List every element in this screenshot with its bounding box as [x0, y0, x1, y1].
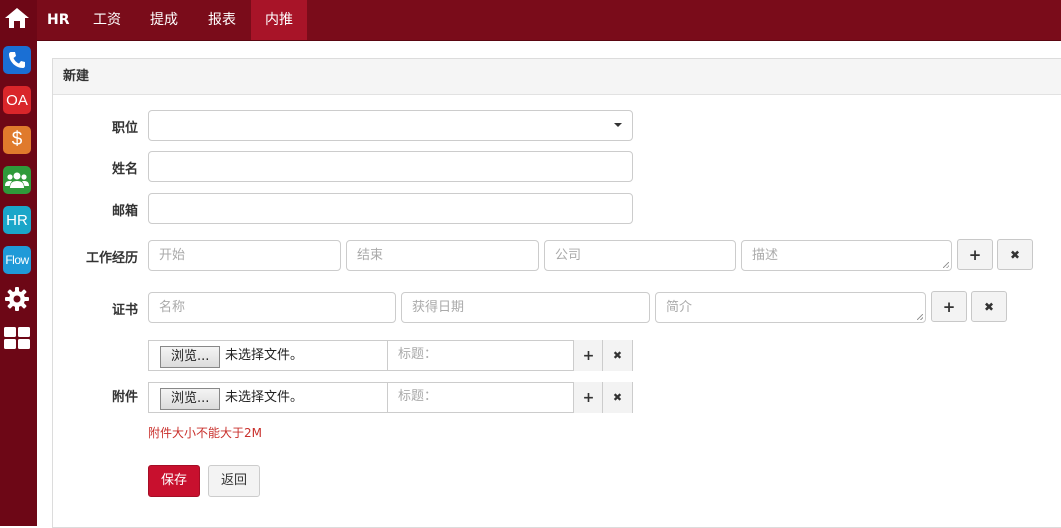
attachment-size-hint: 附件大小不能大于2M — [148, 426, 262, 440]
nav-item-referral[interactable]: 内推 — [251, 0, 307, 40]
work-description-placeholder: 描述 — [752, 248, 779, 263]
grid-icon[interactable] — [3, 324, 31, 352]
oa-icon[interactable]: OA — [3, 86, 31, 114]
caret-down-icon — [614, 123, 622, 127]
attachment-label: 附件 — [111, 390, 138, 405]
nav-item-salary[interactable]: 工资 — [79, 0, 135, 40]
hr-icon[interactable]: HR — [3, 206, 31, 234]
flow-icon[interactable]: Flow — [3, 246, 31, 274]
name-input[interactable] — [148, 151, 633, 182]
save-button[interactable]: 保存 — [148, 465, 200, 497]
nav-brand[interactable]: HR — [37, 0, 80, 40]
position-label: 职位 — [111, 121, 138, 136]
work-start-input[interactable]: 开始 — [148, 240, 341, 271]
cert-description-placeholder: 简介 — [666, 300, 693, 315]
cert-name-input[interactable]: 名称 — [148, 292, 396, 323]
attachment-title-input[interactable]: 标题： — [387, 382, 573, 413]
attachment-row: 浏览... 未选择文件。 标题： + ✖ — [148, 340, 633, 371]
browse-button[interactable]: 浏览... — [160, 346, 221, 368]
resize-handle-icon[interactable] — [917, 314, 923, 320]
file-status: 未选择文件。 — [225, 348, 304, 363]
home-icon[interactable] — [3, 4, 31, 32]
remove-certificate-button[interactable]: ✖ — [971, 291, 1007, 322]
panel-title: 新建 — [53, 59, 1061, 95]
phone-icon[interactable] — [3, 46, 31, 74]
app-dock: OA $ HR Flow — [0, 0, 37, 526]
add-work-button[interactable]: + — [957, 239, 993, 270]
attachment-row: 浏览... 未选择文件。 标题： + ✖ — [148, 382, 633, 413]
resize-handle-icon[interactable] — [943, 262, 949, 268]
remove-attachment-button[interactable]: ✖ — [602, 382, 632, 413]
remove-work-button[interactable]: ✖ — [997, 239, 1033, 270]
add-attachment-button[interactable]: + — [573, 340, 603, 371]
email-label: 邮箱 — [111, 204, 138, 219]
people-icon[interactable] — [3, 166, 31, 194]
gear-icon[interactable] — [3, 285, 31, 313]
cert-description-textarea[interactable]: 简介 — [655, 292, 926, 323]
nav-item-commission[interactable]: 提成 — [136, 0, 192, 40]
file-status: 未选择文件。 — [225, 390, 304, 405]
dollar-icon[interactable]: $ — [3, 126, 31, 154]
nav-item-reports[interactable]: 报表 — [194, 0, 250, 40]
work-experience-label: 工作经历 — [85, 251, 138, 266]
work-description-textarea[interactable]: 描述 — [741, 240, 952, 271]
top-navbar: HR 工资 提成 报表 内推 — [37, 0, 1061, 41]
certificate-label: 证书 — [111, 303, 138, 318]
browse-button[interactable]: 浏览... — [160, 388, 221, 410]
position-select[interactable] — [148, 110, 633, 141]
add-certificate-button[interactable]: + — [931, 291, 967, 322]
back-button[interactable]: 返回 — [208, 465, 260, 497]
add-attachment-button[interactable]: + — [573, 382, 603, 413]
work-company-input[interactable]: 公司 — [544, 240, 736, 271]
work-end-input[interactable]: 结束 — [346, 240, 539, 271]
attachment-title-input[interactable]: 标题： — [387, 340, 573, 371]
remove-attachment-button[interactable]: ✖ — [602, 340, 632, 371]
name-label: 姓名 — [111, 162, 138, 177]
cert-date-input[interactable]: 获得日期 — [401, 292, 650, 323]
email-input[interactable] — [148, 193, 633, 224]
